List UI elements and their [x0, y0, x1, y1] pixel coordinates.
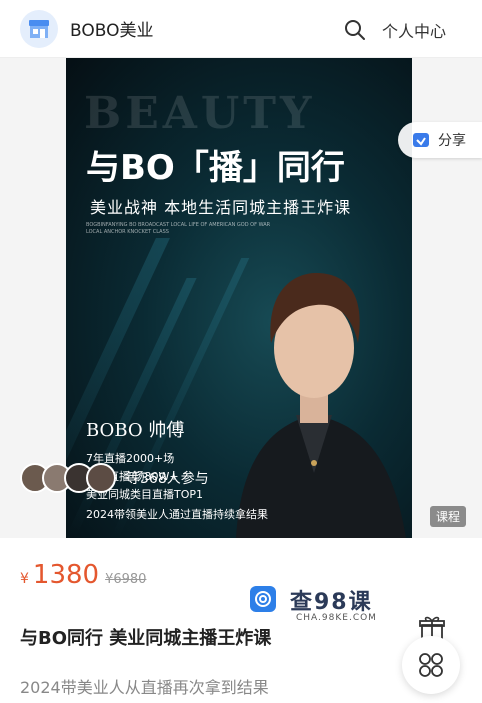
top-bar: BOBO美业 个人中心 [0, 0, 482, 58]
poster-highlight: 2024带领美业人通过直播持续拿结果 [86, 508, 268, 521]
product-description: 2024带美业人从直播再次拿到结果 [20, 678, 269, 697]
personal-center-link[interactable]: 个人中心 [382, 18, 446, 42]
participants-count: 等368人参与 [126, 471, 209, 487]
price-original: ¥6980 [105, 572, 147, 587]
menu-button[interactable] [402, 636, 460, 694]
price-currency: ¥ [20, 571, 29, 587]
grid-icon [419, 653, 443, 677]
price-current: 1380 [32, 560, 100, 590]
avatar [86, 463, 116, 493]
share-button[interactable]: 分享 [398, 122, 482, 158]
search-icon[interactable] [344, 19, 366, 41]
instructor-name: BOBO 帅傅 [86, 420, 185, 441]
product-title: 与BO同行 美业同城主播王炸课 [20, 628, 272, 649]
share-label: 分享 [438, 133, 466, 149]
watermark-url: CHA.98KE.COM [296, 613, 377, 623]
store-name[interactable]: BOBO美业 [70, 16, 154, 41]
instructor-portrait [236, 273, 406, 538]
poster-bg-word: BEAUTY [84, 88, 316, 139]
store-icon [29, 19, 49, 38]
share-icon [413, 133, 429, 147]
participants-bar[interactable]: 等368人参与 [20, 462, 209, 494]
watermark-text: 查98课 [290, 590, 373, 615]
poster-headline: 与BO「播」同行 [86, 148, 345, 188]
course-tag: 课程 [430, 506, 467, 527]
watermark-logo-icon [250, 586, 276, 612]
poster-subtitle: 美业战神 本地生活同城主播王炸课 [90, 198, 352, 217]
price-row: ¥ 1380 ¥6980 [20, 560, 146, 590]
store-logo[interactable] [20, 9, 58, 48]
